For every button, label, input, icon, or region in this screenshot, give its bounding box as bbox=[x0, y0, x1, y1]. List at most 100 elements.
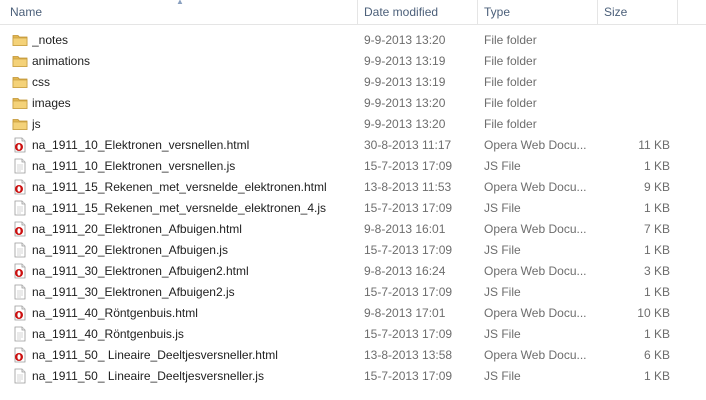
column-header-name-label: Name bbox=[10, 5, 43, 19]
file-row[interactable]: images 9-9-2013 13:20 File folder bbox=[0, 93, 706, 114]
file-name: na_1911_40_Röntgenbuis.html bbox=[32, 306, 198, 320]
file-type: File folder bbox=[484, 75, 537, 89]
file-date-modified: 9-9-2013 13:20 bbox=[364, 96, 446, 110]
column-header-size[interactable]: Size bbox=[597, 0, 677, 24]
file-row[interactable]: na_1911_30_Elektronen_Afbuigen2.html 9-8-… bbox=[0, 261, 706, 282]
file-name: na_1911_15_Rekenen_met_versnelde_elektro… bbox=[32, 201, 326, 215]
file-name: animations bbox=[32, 54, 91, 68]
folder-icon bbox=[12, 53, 28, 69]
file-row[interactable]: na_1911_40_Röntgenbuis.js 15-7-2013 17:09… bbox=[0, 324, 706, 345]
file-row[interactable]: na_1911_50_ Lineaire_Deeltjesversneller.… bbox=[0, 345, 706, 366]
file-name: na_1911_30_Elektronen_Afbuigen2.html bbox=[32, 264, 249, 278]
file-row[interactable]: na_1911_50_ Lineaire_Deeltjesversneller.… bbox=[0, 366, 706, 387]
file-type: File folder bbox=[484, 54, 537, 68]
file-size: 1 KB bbox=[643, 327, 670, 341]
file-size bbox=[598, 30, 670, 51]
folder-icon bbox=[12, 32, 28, 48]
file-name: na_1911_50_ Lineaire_Deeltjesversneller.… bbox=[32, 369, 264, 383]
file-date-modified: 15-7-2013 17:09 bbox=[364, 327, 453, 341]
file-size bbox=[598, 51, 670, 72]
file-name: na_1911_15_Rekenen_met_versnelde_elektro… bbox=[32, 180, 327, 194]
file-size: 1 KB bbox=[643, 285, 670, 299]
folder-icon bbox=[12, 116, 28, 132]
opera-html-icon bbox=[12, 305, 28, 321]
file-name: images bbox=[32, 96, 71, 110]
opera-html-icon bbox=[12, 263, 28, 279]
file-name: na_1911_40_Röntgenbuis.js bbox=[32, 327, 184, 341]
file-type: Opera Web Docu... bbox=[484, 264, 587, 278]
opera-html-icon bbox=[12, 179, 28, 195]
file-type: File folder bbox=[484, 117, 537, 131]
folder-icon bbox=[12, 95, 28, 111]
file-name: _notes bbox=[32, 33, 69, 47]
file-size: 7 KB bbox=[643, 222, 670, 236]
file-date-modified: 9-8-2013 16:24 bbox=[364, 264, 446, 278]
file-size bbox=[598, 114, 670, 135]
file-row[interactable]: _notes 9-9-2013 13:20 File folder bbox=[0, 30, 706, 51]
file-date-modified: 9-9-2013 13:20 bbox=[364, 33, 446, 47]
file-type: Opera Web Docu... bbox=[484, 222, 587, 236]
file-row[interactable]: na_1911_10_Elektronen_versnellen.html 30-… bbox=[0, 135, 706, 156]
file-type: JS File bbox=[484, 201, 521, 215]
file-row[interactable]: na_1911_30_Elektronen_Afbuigen2.js 15-7-2… bbox=[0, 282, 706, 303]
file-size: 11 KB bbox=[638, 138, 670, 152]
file-date-modified: 9-8-2013 17:01 bbox=[364, 306, 446, 320]
file-date-modified: 9-9-2013 13:19 bbox=[364, 54, 446, 68]
column-header-bar: Name ▲ Date modified Type Size bbox=[0, 0, 706, 25]
file-size: 3 KB bbox=[643, 264, 670, 278]
file-type: Opera Web Docu... bbox=[484, 306, 587, 320]
file-name: js bbox=[32, 117, 41, 131]
file-size bbox=[598, 93, 670, 114]
file-name: css bbox=[32, 75, 50, 89]
file-date-modified: 9-9-2013 13:20 bbox=[364, 117, 446, 131]
column-header-type[interactable]: Type bbox=[477, 0, 597, 24]
file-row[interactable]: na_1911_10_Elektronen_versnellen.js 15-7-… bbox=[0, 156, 706, 177]
file-type: File folder bbox=[484, 33, 537, 47]
js-file-icon bbox=[12, 200, 28, 216]
column-header-filler bbox=[677, 0, 706, 24]
file-row[interactable]: na_1911_40_Röntgenbuis.html 9-8-2013 17:0… bbox=[0, 303, 706, 324]
file-type: JS File bbox=[484, 369, 521, 383]
file-size: 1 KB bbox=[643, 243, 670, 257]
file-row[interactable]: na_1911_15_Rekenen_met_versnelde_elektro… bbox=[0, 198, 706, 219]
file-date-modified: 15-7-2013 17:09 bbox=[364, 159, 453, 173]
file-row[interactable]: na_1911_20_Elektronen_Afbuigen.js 15-7-20… bbox=[0, 240, 706, 261]
file-date-modified: 15-7-2013 17:09 bbox=[364, 285, 453, 299]
file-date-modified: 15-7-2013 17:09 bbox=[364, 369, 453, 383]
file-size: 10 KB bbox=[637, 306, 670, 320]
column-header-type-label: Type bbox=[484, 5, 511, 19]
file-type: Opera Web Docu... bbox=[484, 138, 587, 152]
file-size: 6 KB bbox=[643, 348, 670, 362]
opera-html-icon bbox=[12, 137, 28, 153]
file-type: JS File bbox=[484, 243, 521, 257]
file-date-modified: 13-8-2013 13:58 bbox=[364, 348, 453, 362]
file-size bbox=[598, 72, 670, 93]
file-type: Opera Web Docu... bbox=[484, 348, 587, 362]
js-file-icon bbox=[12, 158, 28, 174]
file-name: na_1911_10_Elektronen_versnellen.js bbox=[32, 159, 236, 173]
file-name: na_1911_20_Elektronen_Afbuigen.js bbox=[32, 243, 228, 257]
file-name: na_1911_50_ Lineaire_Deeltjesversneller.… bbox=[32, 348, 278, 362]
column-header-date[interactable]: Date modified bbox=[357, 0, 477, 24]
file-size: 1 KB bbox=[643, 201, 670, 215]
file-row[interactable]: na_1911_20_Elektronen_Afbuigen.html 9-8-2… bbox=[0, 219, 706, 240]
file-size: 1 KB bbox=[643, 159, 670, 173]
file-size: 1 KB bbox=[643, 369, 670, 383]
file-row[interactable]: animations 9-9-2013 13:19 File folder bbox=[0, 51, 706, 72]
file-type: JS File bbox=[484, 285, 521, 299]
folder-icon bbox=[12, 74, 28, 90]
js-file-icon bbox=[12, 242, 28, 258]
file-row[interactable]: js 9-9-2013 13:20 File folder bbox=[0, 114, 706, 135]
file-date-modified: 15-7-2013 17:09 bbox=[364, 201, 453, 215]
column-header-date-label: Date modified bbox=[364, 5, 439, 19]
file-row[interactable]: na_1911_15_Rekenen_met_versnelde_elektro… bbox=[0, 177, 706, 198]
js-file-icon bbox=[12, 326, 28, 342]
js-file-icon bbox=[12, 368, 28, 384]
file-date-modified: 30-8-2013 11:17 bbox=[364, 138, 452, 152]
file-name: na_1911_30_Elektronen_Afbuigen2.js bbox=[32, 285, 235, 299]
file-date-modified: 15-7-2013 17:09 bbox=[364, 243, 453, 257]
sort-ascending-icon: ▲ bbox=[176, 0, 184, 6]
file-row[interactable]: css 9-9-2013 13:19 File folder bbox=[0, 72, 706, 93]
file-type: File folder bbox=[484, 96, 537, 110]
file-type: JS File bbox=[484, 159, 521, 173]
